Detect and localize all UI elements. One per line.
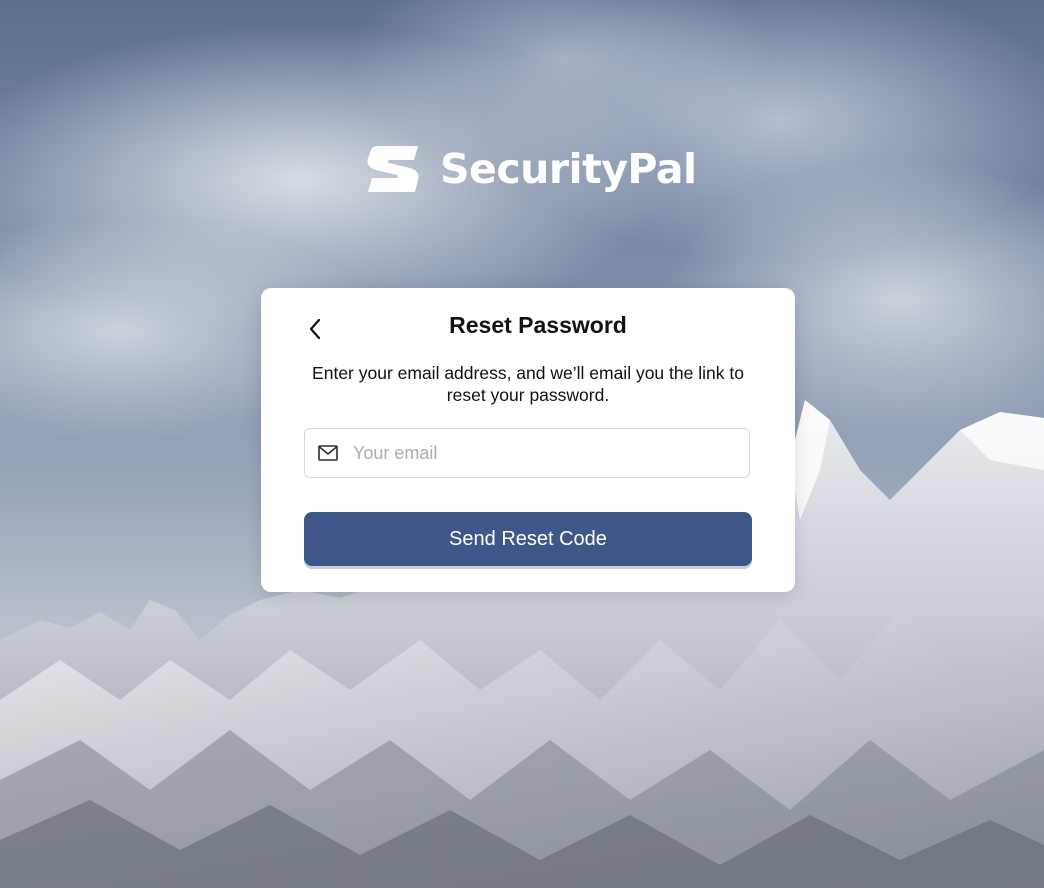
mail-icon <box>318 445 338 461</box>
brand-logo: SecurityPal <box>366 146 697 192</box>
brand-name: SecurityPal <box>440 145 697 193</box>
page-title: Reset Password <box>449 312 627 338</box>
email-input[interactable] <box>353 429 741 477</box>
instructions-text: Enter your email address, and we’ll emai… <box>312 363 744 405</box>
send-reset-code-button[interactable]: Send Reset Code <box>304 512 752 566</box>
reset-password-card: Reset Password Enter your email address,… <box>261 288 795 592</box>
securitypal-s-logo-icon <box>367 146 419 192</box>
email-field[interactable] <box>304 428 750 478</box>
